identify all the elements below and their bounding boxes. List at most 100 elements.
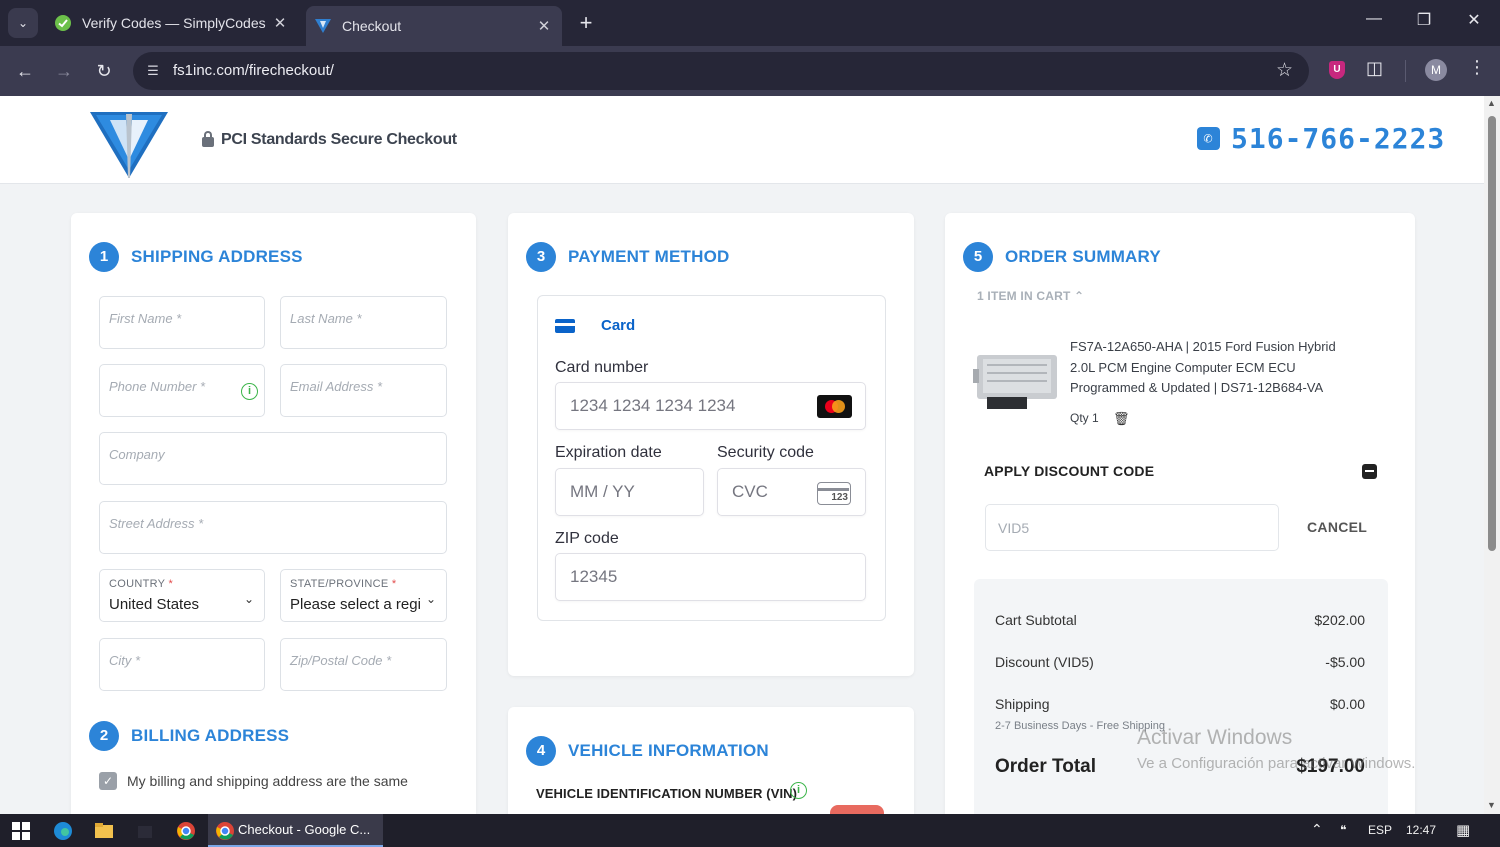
clock-time[interactable]: 12:47 xyxy=(1406,823,1436,837)
close-window-icon[interactable]: ✕ xyxy=(1459,10,1489,30)
totals-box: Cart Subtotal $202.00 Discount (VID5) -$… xyxy=(974,579,1388,814)
close-tab-icon[interactable]: ✕ xyxy=(268,14,292,32)
expiry-input[interactable]: MM / YY xyxy=(555,468,704,516)
cvc-input[interactable]: CVC 123 xyxy=(717,468,866,516)
zip-code-input[interactable]: 12345 xyxy=(555,553,866,601)
tray-overflow-chevron-icon[interactable]: ⌃ xyxy=(1311,821,1323,838)
profile-avatar[interactable]: M xyxy=(1425,59,1447,81)
minimize-icon[interactable]: — xyxy=(1359,10,1389,28)
product-name[interactable]: FS7A-12A650-AHA | 2015 Ford Fusion Hybri… xyxy=(1070,337,1360,399)
wifi-icon[interactable]: ❝ xyxy=(1340,823,1346,837)
back-icon[interactable]: ← xyxy=(11,57,39,85)
chrome-icon[interactable] xyxy=(176,821,196,841)
step-number: 3 xyxy=(526,242,556,272)
vehicle-card: 4 VEHICLE INFORMATION VEHICLE IDENTIFICA… xyxy=(508,707,914,814)
cvc-card-icon: 123 xyxy=(817,482,851,505)
step-number: 1 xyxy=(89,242,119,272)
fs1-logo-icon xyxy=(314,17,332,35)
country-select[interactable]: COUNTRY * United States ⌄ xyxy=(99,569,265,622)
vin-lookup-button[interactable] xyxy=(830,805,884,814)
state-select[interactable]: STATE/PROVINCE * Please select a region … xyxy=(280,569,447,622)
order-summary-card: 5 ORDER SUMMARY 1 ITEM IN CART ⌃ FS7A-12… xyxy=(945,213,1415,814)
product-image xyxy=(973,355,1057,409)
phone-field[interactable]: Phone Number * i xyxy=(99,364,265,417)
toolbar-divider xyxy=(1405,60,1406,82)
tab-simplycodes[interactable]: Verify Codes — SimplyCodes ✕ xyxy=(46,6,298,40)
billing-header: 2 BILLING ADDRESS xyxy=(89,721,289,751)
lock-icon xyxy=(202,131,214,147)
vehicle-header: 4 VEHICLE INFORMATION xyxy=(526,736,769,766)
page-scrollbar[interactable]: ▲ ▼ xyxy=(1484,96,1500,814)
ublock-extension-icon[interactable]: U xyxy=(1329,61,1345,79)
discount-heading[interactable]: APPLY DISCOUNT CODE xyxy=(984,463,1154,479)
scrollbar-thumb[interactable] xyxy=(1488,116,1496,551)
city-field[interactable]: City * xyxy=(99,638,265,691)
chevron-down-icon: ⌄ xyxy=(243,592,254,606)
chevron-down-icon: ⌄ xyxy=(425,592,436,606)
trash-icon[interactable]: 🗑 xyxy=(1113,411,1130,427)
header-phone[interactable]: ✆ 516-766-2223 xyxy=(1197,122,1445,155)
notifications-icon[interactable]: ▦ xyxy=(1456,821,1470,839)
shipping-header: 1 SHIPPING ADDRESS xyxy=(89,242,303,272)
items-in-cart-toggle[interactable]: 1 ITEM IN CART ⌃ xyxy=(977,289,1084,303)
fs1-logo[interactable] xyxy=(88,110,170,180)
payment-header: 3 PAYMENT METHOD xyxy=(526,242,729,272)
scroll-up-icon[interactable]: ▲ xyxy=(1487,98,1496,108)
extensions-puzzle-icon[interactable]: ◫ xyxy=(1366,58,1383,79)
check-circle-icon xyxy=(54,14,72,32)
store-icon[interactable] xyxy=(135,821,155,841)
card-payment-tab[interactable]: Card xyxy=(555,317,635,334)
url-text[interactable]: fs1inc.com/firecheckout/ xyxy=(173,62,334,79)
new-tab-button[interactable]: + xyxy=(572,9,600,37)
payment-card: 3 PAYMENT METHOD Card Card number 1234 1… xyxy=(508,213,914,676)
browser-menu-icon[interactable]: ⋮ xyxy=(1468,57,1486,78)
product-qty: Qty 1 xyxy=(1070,411,1099,425)
step-number: 5 xyxy=(963,242,993,272)
billing-same-label[interactable]: My billing and shipping address are the … xyxy=(127,773,408,789)
vehicle-title: VEHICLE INFORMATION xyxy=(568,741,769,760)
expiry-label: Expiration date xyxy=(555,444,662,461)
windows-activation-watermark: Activar Windows xyxy=(1137,726,1293,749)
file-explorer-icon[interactable] xyxy=(94,821,114,841)
input-language[interactable]: ESP xyxy=(1368,823,1392,837)
street-address-field[interactable]: Street Address * xyxy=(99,501,447,554)
windows-start-icon[interactable] xyxy=(11,821,31,841)
shipping-row: Shipping $0.00 xyxy=(995,696,1365,712)
discount-row: Discount (VID5) -$5.00 xyxy=(995,654,1365,670)
summary-header: 5 ORDER SUMMARY xyxy=(963,242,1161,272)
discount-code-input[interactable]: VID5 xyxy=(985,504,1279,551)
state-value: Please select a region xyxy=(290,596,420,613)
vin-label: VEHICLE IDENTIFICATION NUMBER (VIN) xyxy=(536,786,798,801)
payment-title: PAYMENT METHOD xyxy=(568,247,730,266)
email-field[interactable]: Email Address * xyxy=(280,364,447,417)
company-field[interactable]: Company xyxy=(99,432,447,485)
collapse-minus-icon[interactable] xyxy=(1362,464,1377,479)
card-number-input[interactable]: 1234 1234 1234 1234 xyxy=(555,382,866,430)
taskbar-chrome-window[interactable]: Checkout - Google C... xyxy=(208,814,383,847)
phone-number[interactable]: 516-766-2223 xyxy=(1231,122,1445,155)
tab-search-dropdown-icon[interactable]: ⌄ xyxy=(8,8,38,38)
restore-icon[interactable]: ❐ xyxy=(1409,10,1439,30)
tab-checkout[interactable]: Checkout ✕ xyxy=(306,6,562,46)
cvc-label: Security code xyxy=(717,444,814,461)
reload-icon[interactable]: ↻ xyxy=(90,57,118,85)
shipping-billing-card: 1 SHIPPING ADDRESS First Name * Last Nam… xyxy=(71,213,476,814)
vin-info-icon[interactable]: i xyxy=(790,782,807,799)
forward-icon[interactable]: → xyxy=(50,57,78,85)
zip-field[interactable]: Zip/Postal Code * xyxy=(280,638,447,691)
edge-icon[interactable] xyxy=(53,821,73,841)
windows-activation-subtext: Ve a Configuración para activar Windows. xyxy=(1137,755,1416,772)
address-bar[interactable]: ☰ fs1inc.com/firecheckout/ ☆ xyxy=(133,52,1309,90)
phone-info-icon[interactable]: i xyxy=(241,383,258,400)
credit-card-icon xyxy=(555,318,575,333)
scroll-down-icon[interactable]: ▼ xyxy=(1487,800,1496,810)
bookmark-star-icon[interactable]: ☆ xyxy=(1276,59,1293,82)
tab-title: Checkout xyxy=(342,18,402,34)
last-name-field[interactable]: Last Name * xyxy=(280,296,447,349)
billing-same-checkbox[interactable]: ✓ xyxy=(99,772,117,790)
first-name-field[interactable]: First Name * xyxy=(99,296,265,349)
discount-cancel-button[interactable]: CANCEL xyxy=(1307,519,1367,535)
close-tab-icon[interactable]: ✕ xyxy=(532,17,556,35)
site-settings-icon[interactable]: ☰ xyxy=(143,61,163,81)
windows-taskbar: Checkout - Google C... ⌃ ❝ ESP 12:47 ▦ xyxy=(0,814,1500,847)
